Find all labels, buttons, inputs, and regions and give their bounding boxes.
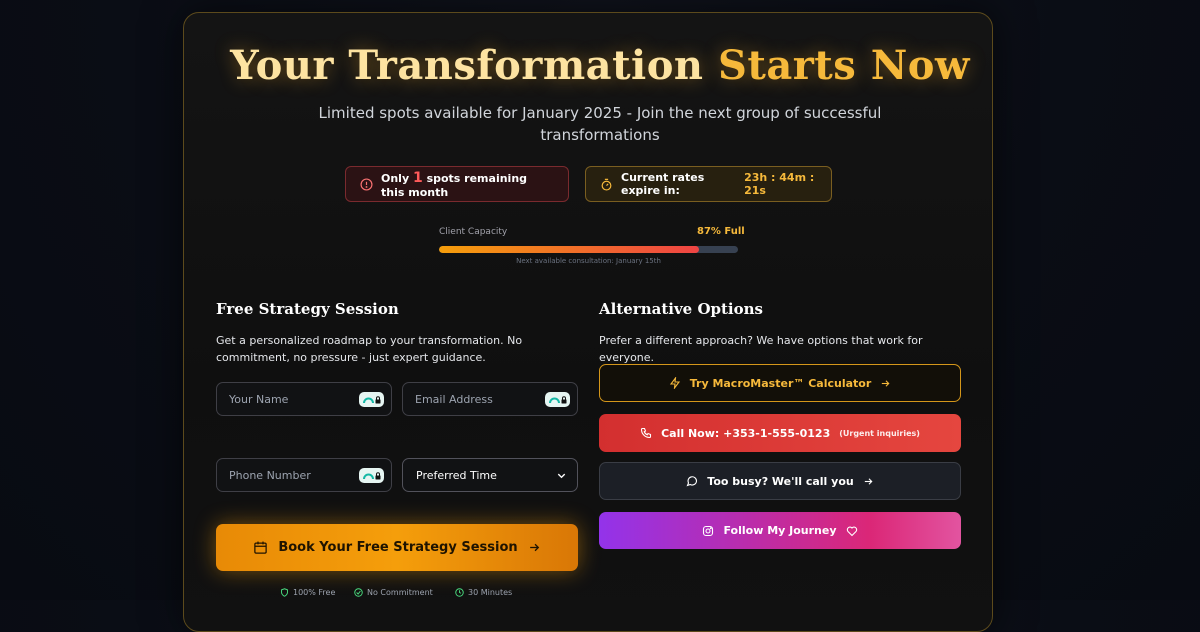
strategy-title: Free Strategy Session: [216, 300, 399, 318]
spots-count: 1: [412, 169, 423, 186]
alert-circle-icon: [360, 177, 373, 191]
trust-no-commitment: No Commitment: [354, 588, 433, 597]
follow-journey-label: Follow My Journey: [723, 524, 837, 537]
chat-bubble-icon: [686, 475, 698, 487]
trust-free-label: 100% Free: [293, 588, 336, 597]
rates-expire-badge: Current rates expire in: 23h : 44m : 21s: [585, 166, 832, 202]
call-now-note: (Urgent inquiries): [839, 428, 920, 438]
spots-prefix: Only: [381, 171, 410, 185]
trust-no-commitment-label: No Commitment: [367, 588, 433, 597]
clock-icon: [455, 588, 464, 597]
password-manager-icon[interactable]: [359, 392, 384, 407]
phone-field[interactable]: [216, 458, 392, 492]
capacity-bar: [439, 246, 738, 253]
password-manager-icon[interactable]: [359, 468, 384, 483]
capacity-percent: 87% Full: [697, 226, 745, 237]
spots-text: Only 1 spots remaining this month: [381, 170, 554, 199]
countdown-timer: 23h : 44m : 21s: [744, 171, 815, 197]
title-accent: Starts Now: [717, 42, 970, 89]
check-circle-icon: [354, 588, 363, 597]
callback-button[interactable]: Too busy? We'll call you: [599, 462, 961, 500]
callback-label: Too busy? We'll call you: [707, 474, 854, 488]
calculator-label: Try MacroMaster™ Calculator: [689, 376, 872, 390]
strategy-description: Get a personalized roadmap to your trans…: [216, 334, 523, 364]
alternatives-title: Alternative Options: [599, 300, 763, 318]
instagram-icon: [702, 525, 714, 537]
page-title: Your Transformation Starts Now: [0, 42, 1200, 89]
capacity-bar-fill: [439, 246, 700, 253]
trust-free: 100% Free: [280, 588, 335, 597]
follow-journey-button[interactable]: Follow My Journey: [599, 512, 961, 549]
name-input[interactable]: [227, 391, 351, 407]
call-now-label: Call Now: +353-1-555-0123: [661, 426, 831, 440]
email-field[interactable]: [402, 382, 578, 416]
preferred-time-value: Preferred Time: [416, 468, 497, 482]
trust-duration-label: 30 Minutes: [468, 588, 513, 597]
lightning-icon: [669, 377, 681, 389]
phone-input[interactable]: [227, 467, 351, 483]
capacity-label: Client Capacity: [439, 227, 508, 237]
capacity-note: Next available consultation: January 15t…: [516, 257, 661, 265]
call-now-button[interactable]: Call Now: +353-1-555-0123 (Urgent inquir…: [599, 414, 961, 452]
title-main: Your Transformation: [230, 42, 704, 89]
stopwatch-icon: [600, 178, 613, 191]
password-manager-icon[interactable]: [545, 392, 570, 407]
shield-icon: [280, 588, 289, 597]
preferred-time-select[interactable]: Preferred Time: [402, 458, 578, 492]
alternatives-description: Prefer a different approach? We have opt…: [599, 334, 923, 364]
spots-remaining-badge: Only 1 spots remaining this month: [345, 166, 569, 202]
heart-icon: [846, 525, 858, 537]
rates-label: Current rates expire in:: [621, 171, 705, 197]
page-subtitle: Limited spots available for January 2025…: [318, 104, 882, 144]
name-field[interactable]: [216, 382, 392, 416]
trust-duration: 30 Minutes: [455, 588, 512, 597]
phone-icon: [640, 427, 652, 439]
book-session-label: Book Your Free Strategy Session: [278, 540, 518, 555]
arrow-right-icon: [528, 541, 541, 554]
calendar-icon: [253, 540, 268, 555]
email-input[interactable]: [413, 391, 537, 407]
chevron-down-icon: [556, 470, 567, 481]
calculator-button[interactable]: Try MacroMaster™ Calculator: [599, 364, 961, 402]
arrow-right-icon: [863, 476, 874, 487]
arrow-right-icon: [880, 378, 891, 389]
book-session-button[interactable]: Book Your Free Strategy Session: [216, 524, 578, 571]
